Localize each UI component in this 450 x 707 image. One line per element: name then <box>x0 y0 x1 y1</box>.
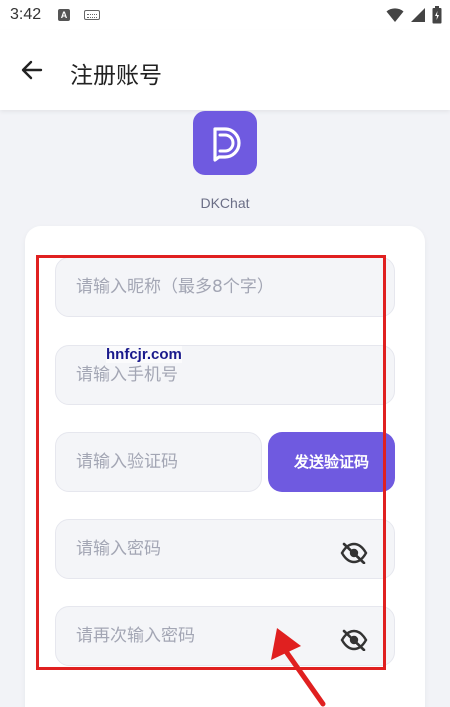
password-input[interactable]: 请输入密码 <box>55 519 395 579</box>
page-title: 注册账号 <box>70 63 162 89</box>
password-placeholder: 请输入密码 <box>76 539 161 559</box>
confirm-password-input[interactable]: 请再次输入密码 <box>55 606 395 666</box>
send-code-button[interactable]: 发送验证码 <box>268 432 395 492</box>
wifi-icon <box>386 8 404 22</box>
confirm-password-placeholder: 请再次输入密码 <box>76 626 195 646</box>
status-time: 3:42 <box>10 6 42 23</box>
back-button[interactable] <box>14 54 50 86</box>
a-notification-icon: A <box>58 9 70 21</box>
signal-icon <box>411 8 425 22</box>
verification-code-input[interactable]: 请输入验证码 <box>55 432 262 492</box>
arrow-left-icon <box>21 60 43 80</box>
status-bar: 3:42 A <box>0 0 450 30</box>
app-bar: 注册账号 <box>0 30 450 110</box>
status-icons <box>386 5 442 25</box>
battery-icon <box>432 6 442 24</box>
watermark-text: hnfcjr.com <box>106 346 182 363</box>
nickname-placeholder: 请输入昵称（最多8个字） <box>76 277 274 297</box>
dkchat-logo-icon <box>213 127 241 162</box>
eye-off-icon[interactable] <box>340 542 368 564</box>
nickname-input[interactable]: 请输入昵称（最多8个字） <box>55 257 395 317</box>
keyboard-icon <box>84 10 100 20</box>
app-logo <box>193 111 257 175</box>
eye-off-icon[interactable] <box>340 629 368 651</box>
app-name: DKChat <box>200 195 250 211</box>
code-placeholder: 请输入验证码 <box>76 452 178 472</box>
